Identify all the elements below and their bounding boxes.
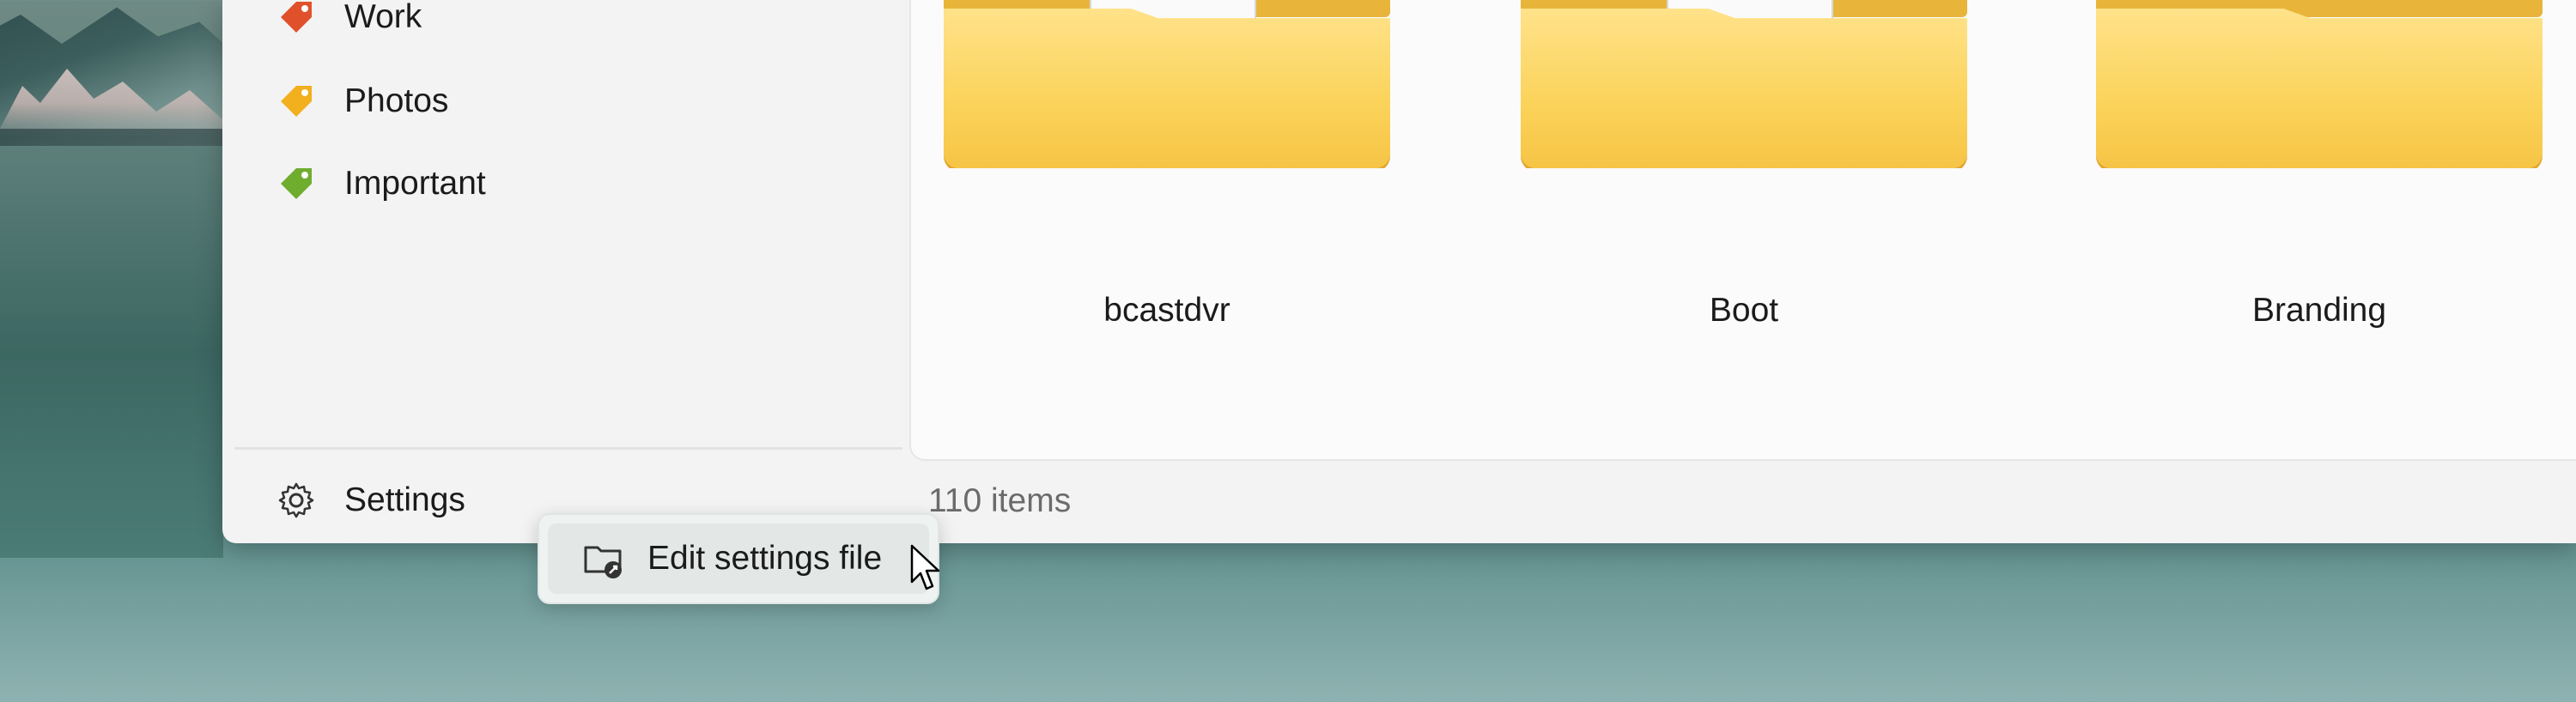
edit-settings-file-label: Edit settings file	[647, 540, 883, 577]
sidebar-tag-label: Photos	[344, 82, 449, 119]
folder-icon	[944, 9, 1390, 168]
sidebar-settings[interactable]: Settings	[274, 470, 465, 530]
folder-item[interactable]: Boot	[1521, 0, 1967, 343]
mouse-cursor-icon	[910, 544, 940, 590]
tag-icon	[274, 79, 319, 124]
sidebar-tag-label: Work	[344, 0, 422, 35]
folder-name: Branding	[2251, 292, 2387, 329]
tag-icon	[274, 161, 319, 206]
file-explorer-window: Work Photos Important Settings bcastdvr …	[222, 0, 2576, 543]
wallpaper-reflection	[0, 146, 223, 558]
folder-icon	[2096, 9, 2543, 168]
gear-icon	[274, 478, 319, 523]
folder-icon	[1521, 9, 1967, 168]
sidebar-tag-label: Important	[344, 165, 486, 202]
settings-label: Settings	[344, 481, 465, 518]
settings-flyout-menu: Edit settings file	[538, 513, 939, 604]
sidebar-tag-photos[interactable]: Photos	[274, 76, 448, 127]
sidebar-tag-important[interactable]: Important	[274, 158, 486, 209]
folder-name: bcastdvr	[1103, 292, 1230, 329]
folder-item[interactable]: Branding	[2096, 0, 2543, 343]
wallpaper-shore	[0, 129, 232, 146]
file-list-area: bcastdvr Boot Branding	[909, 0, 2576, 461]
folder-open-icon	[580, 536, 627, 582]
tag-icon	[274, 0, 319, 39]
sidebar-divider	[234, 447, 902, 450]
folder-name: Boot	[1709, 292, 1779, 329]
sidebar-tag-work[interactable]: Work	[274, 0, 422, 43]
folder-item[interactable]: bcastdvr	[944, 0, 1390, 343]
edit-settings-file-menu-item[interactable]: Edit settings file	[548, 523, 929, 594]
status-item-count: 110 items	[928, 482, 1072, 519]
sidebar: Work Photos Important Settings	[222, 0, 909, 543]
